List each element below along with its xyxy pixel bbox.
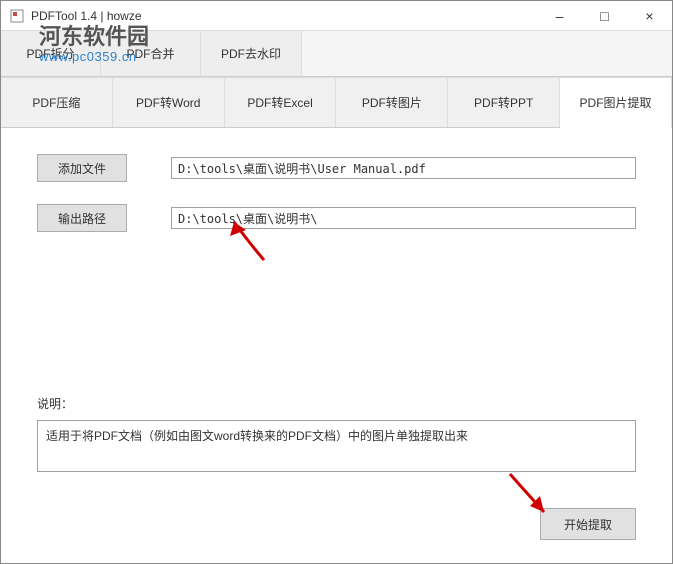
add-file-button[interactable]: 添加文件 (37, 154, 127, 182)
file-path-input[interactable] (171, 157, 636, 179)
content-panel: 添加文件 输出路径 说明： 适用于将PDF文档（例如由图文word转换来的PDF… (1, 128, 672, 562)
tab-pdf-merge[interactable]: PDF合并 (101, 31, 201, 76)
description-box: 适用于将PDF文档（例如由图文word转换来的PDF文档）中的图片单独提取出来 (37, 420, 636, 472)
description-label: 说明： (37, 395, 636, 412)
close-button[interactable]: × (627, 1, 672, 30)
window-controls: – □ × (537, 1, 672, 30)
start-extract-button[interactable]: 开始提取 (540, 508, 636, 540)
tab-pdf-to-word[interactable]: PDF转Word (113, 77, 225, 127)
maximize-button[interactable]: □ (582, 1, 627, 30)
tab-pdf-remove-watermark[interactable]: PDF去水印 (201, 31, 302, 76)
tab-pdf-to-excel[interactable]: PDF转Excel (225, 77, 337, 127)
description-section: 说明： 适用于将PDF文档（例如由图文word转换来的PDF文档）中的图片单独提… (37, 395, 636, 472)
tabs-row-1: PDF拆分 PDF合并 PDF去水印 (1, 31, 672, 77)
tabs-row-2: PDF压缩 PDF转Word PDF转Excel PDF转图片 PDF转PPT … (1, 77, 672, 128)
output-path-input[interactable] (171, 207, 636, 229)
add-file-row: 添加文件 (37, 154, 636, 182)
app-icon (9, 8, 25, 24)
description-text: 适用于将PDF文档（例如由图文word转换来的PDF文档）中的图片单独提取出来 (46, 429, 468, 443)
minimize-button[interactable]: – (537, 1, 582, 30)
window-title: PDFTool 1.4 | howze (31, 9, 537, 23)
tab-pdf-extract-images[interactable]: PDF图片提取 (560, 77, 672, 128)
titlebar: PDFTool 1.4 | howze – □ × (1, 1, 672, 31)
tab-pdf-to-image[interactable]: PDF转图片 (336, 77, 448, 127)
tab-pdf-compress[interactable]: PDF压缩 (1, 77, 113, 127)
output-path-row: 输出路径 (37, 204, 636, 232)
tab-pdf-split[interactable]: PDF拆分 (1, 31, 101, 76)
tab-pdf-to-ppt[interactable]: PDF转PPT (448, 77, 560, 127)
output-path-button[interactable]: 输出路径 (37, 204, 127, 232)
